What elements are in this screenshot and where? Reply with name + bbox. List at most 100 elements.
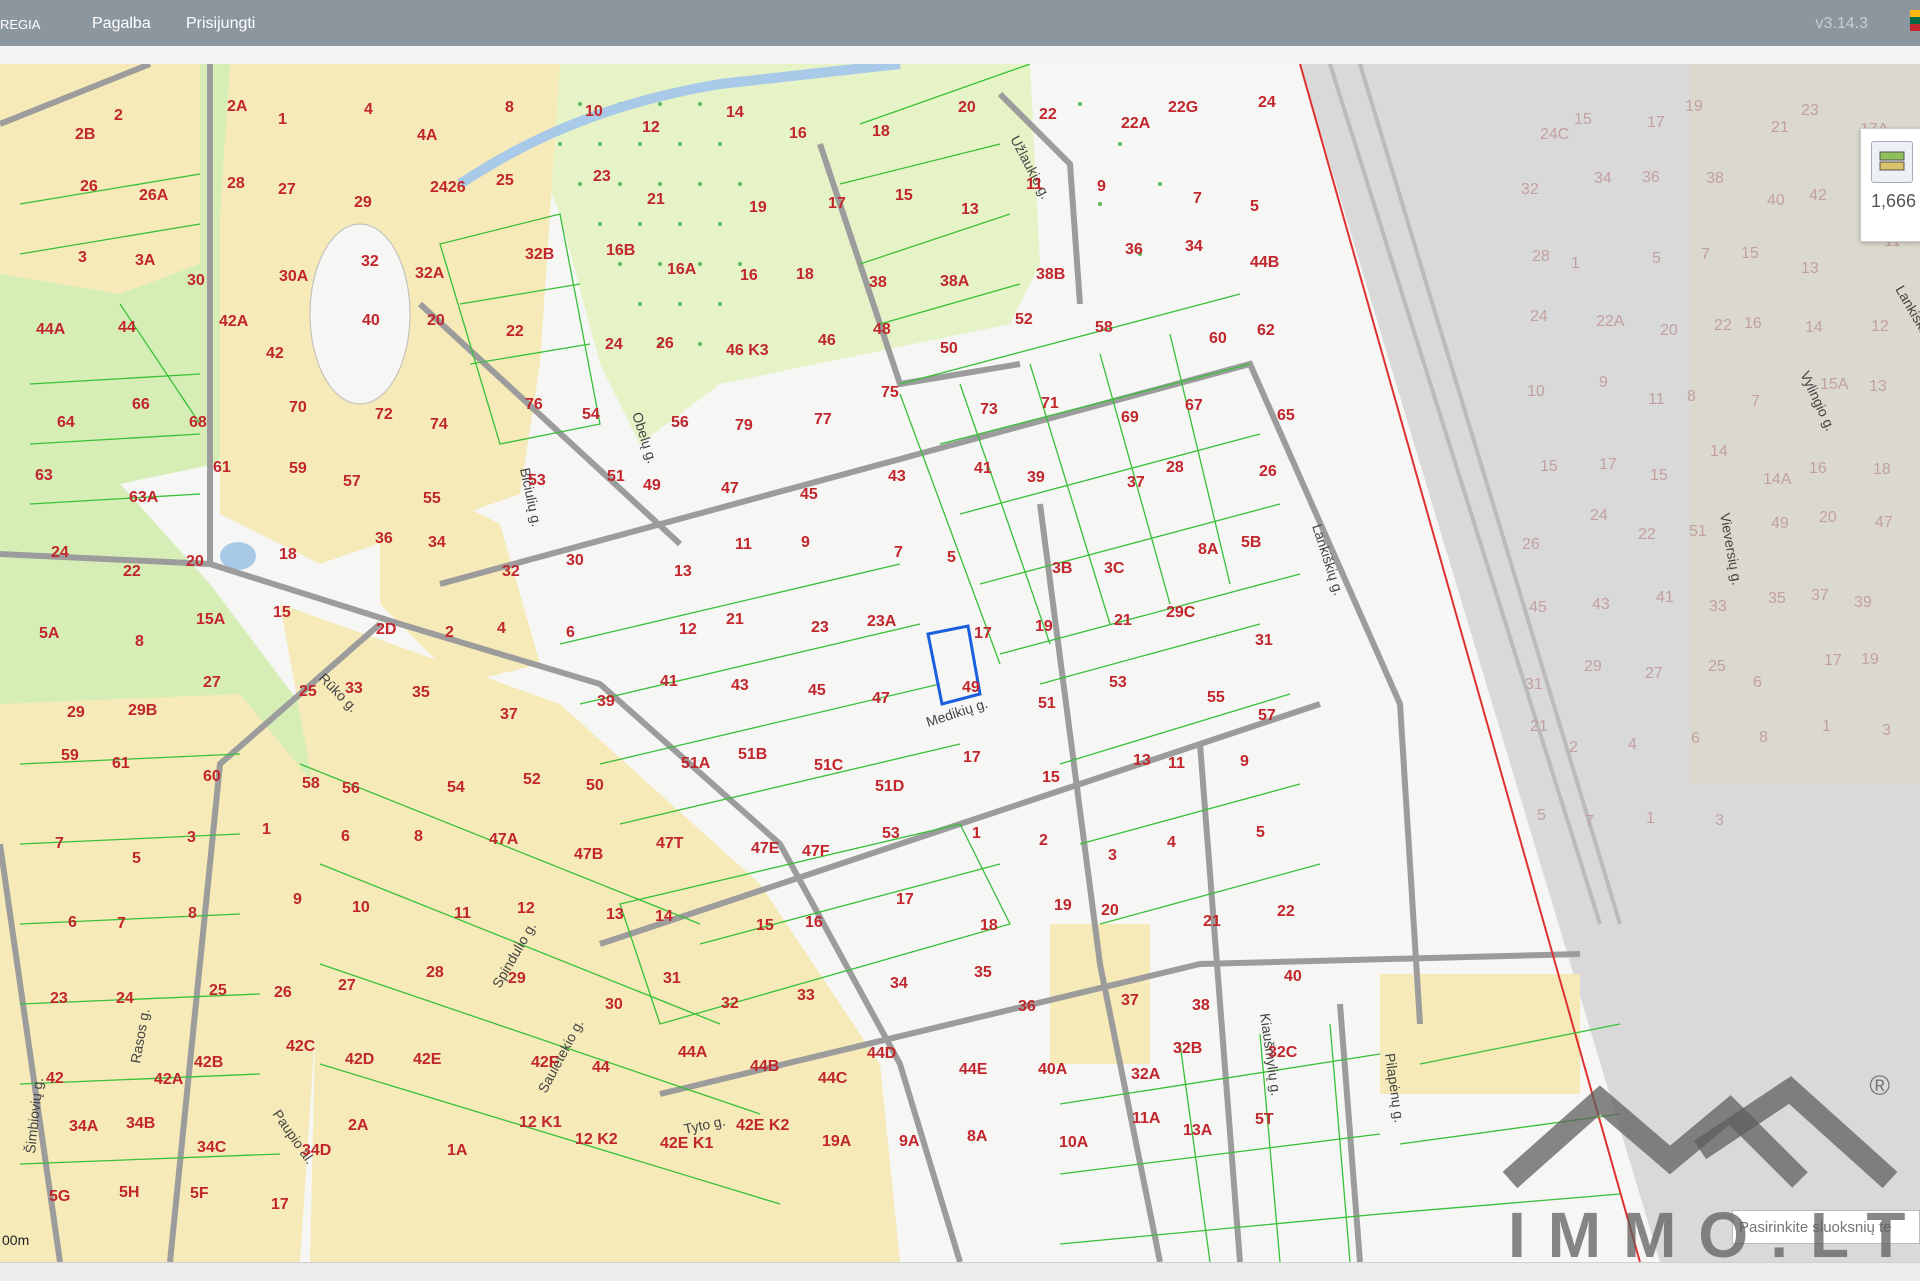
layer-value: 1,666 bbox=[1871, 191, 1917, 211]
parcel-number-label: 15 bbox=[1650, 467, 1668, 484]
parcel-number-label: 54 bbox=[447, 779, 465, 796]
parcel-number-label: 77 bbox=[814, 411, 832, 428]
parcel-number-label: 17 bbox=[1647, 114, 1665, 131]
parcel-number-label: 58 bbox=[1095, 319, 1113, 336]
parcel-number-label: 34 bbox=[428, 534, 446, 551]
parcel-number-label: 75 bbox=[881, 384, 899, 401]
parcel-number-label: 8A bbox=[967, 1128, 988, 1145]
parcel-number-label: 17 bbox=[963, 749, 981, 766]
parcel-number-label: 1 bbox=[972, 825, 981, 842]
parcel-number-label: 22 bbox=[1277, 903, 1295, 920]
parcel-number-label: 9 bbox=[801, 534, 810, 551]
parcel-number-label: 15 bbox=[895, 187, 913, 204]
parcel-number-label: 19 bbox=[1861, 651, 1879, 668]
parcel-number-label: 2A bbox=[227, 98, 248, 115]
parcel-number-label: 51 bbox=[1038, 695, 1056, 712]
nav-help-link[interactable]: Pagalba bbox=[92, 15, 151, 33]
parcel-number-label: 34 bbox=[890, 975, 908, 992]
parcel-number-label: 47 bbox=[1875, 514, 1893, 531]
parcel-number-label: 43 bbox=[731, 677, 749, 694]
parcel-number-label: 12 K1 bbox=[519, 1114, 562, 1131]
parcel-number-label: 26 bbox=[80, 178, 98, 195]
parcel-number-label: 28 bbox=[426, 964, 444, 981]
parcel-number-label: 32 bbox=[721, 995, 739, 1012]
parcel-number-label: 35 bbox=[412, 684, 430, 701]
parcel-number-label: 37 bbox=[1811, 587, 1829, 604]
parcel-number-label: 71 bbox=[1041, 395, 1059, 412]
parcel-number-label: 34A bbox=[69, 1118, 99, 1135]
parcel-number-label: 4 bbox=[364, 101, 373, 118]
parcel-number-label: 38B bbox=[1036, 266, 1065, 283]
parcel-number-label: 1 bbox=[1571, 255, 1580, 272]
parcel-number-label: 10A bbox=[1059, 1134, 1089, 1151]
parcel-number-label: 32A bbox=[415, 265, 445, 282]
parcel-number-label: 18 bbox=[980, 917, 998, 934]
parcel-number-label: 42C bbox=[286, 1038, 316, 1055]
parcel-number-label: 42E bbox=[413, 1051, 442, 1068]
layer-search-input[interactable] bbox=[1732, 1210, 1920, 1244]
parcel-number-label: 7 bbox=[1193, 190, 1202, 207]
parcel-number-label: 4A bbox=[417, 127, 438, 144]
parcel-number-label: 33 bbox=[797, 987, 815, 1004]
parcel-number-label: 5 bbox=[1537, 807, 1546, 824]
parcel-number-label: 38A bbox=[940, 273, 970, 290]
parcel-number-label: 5 bbox=[1652, 250, 1661, 267]
nav-login-link[interactable]: Prisijungti bbox=[186, 15, 255, 33]
parcel-number-label: 42B bbox=[194, 1054, 223, 1071]
parcel-number-label: 32B bbox=[1173, 1040, 1202, 1057]
parcel-number-label: 26 bbox=[656, 335, 674, 352]
parcel-number-label: 62 bbox=[1257, 322, 1275, 339]
parcel-number-label: 3 bbox=[1882, 722, 1891, 739]
parcel-number-label: 12 bbox=[679, 621, 697, 638]
parcel-number-label: 44 bbox=[592, 1059, 610, 1076]
parcel-number-label: 8 bbox=[505, 99, 514, 116]
parcel-number-label: 22 bbox=[1638, 526, 1656, 543]
parcel-number-label: 3 bbox=[78, 249, 87, 266]
parcel-number-label: 11 bbox=[454, 905, 471, 922]
parcel-number-label: 12 bbox=[642, 119, 660, 136]
cadastral-map[interactable]: Obelų g. Užlaukio g. Bičiulių g. Rūko g.… bbox=[0, 64, 1920, 1262]
parcel-number-label: 9 bbox=[293, 891, 302, 908]
parcel-number-label: 22G bbox=[1168, 99, 1198, 116]
parcel-number-label: 2426 bbox=[430, 179, 466, 196]
parcel-number-label: 57 bbox=[343, 473, 361, 490]
parcel-number-label: 45 bbox=[808, 682, 826, 699]
parcel-number-label: 41 bbox=[1656, 589, 1674, 606]
parcel-number-label: 24C bbox=[1540, 126, 1569, 143]
parcel-number-label: 20 bbox=[427, 312, 445, 329]
parcel-number-label: 17 bbox=[1824, 652, 1842, 669]
parcel-number-label: 47 bbox=[721, 480, 739, 497]
top-toolbar: REGIA Pagalba Prisijungti v3.14.3 bbox=[0, 0, 1920, 46]
scale-label: 00m bbox=[2, 1232, 30, 1248]
parcel-number-label: 64 bbox=[57, 414, 75, 431]
parcel-number-label: 7 bbox=[1751, 393, 1760, 410]
parcel-number-label: 76 bbox=[525, 396, 543, 413]
parcel-number-label: 53 bbox=[882, 825, 900, 842]
parcel-number-label: 35 bbox=[974, 964, 992, 981]
parcel-number-label: 60 bbox=[1209, 330, 1227, 347]
parcel-number-label: 7 bbox=[55, 835, 64, 852]
residential-plot-far-east bbox=[1380, 974, 1580, 1094]
parcel-number-label: 36 bbox=[1125, 241, 1143, 258]
parcel-number-label: 27 bbox=[203, 674, 221, 691]
parcel-number-label: 29C bbox=[1166, 604, 1196, 621]
parcel-number-label: 37 bbox=[1121, 992, 1139, 1009]
parcel-number-label: 3C bbox=[1104, 560, 1125, 577]
parcel-number-label: 52 bbox=[523, 771, 541, 788]
parcel-number-label: 42F bbox=[531, 1054, 559, 1071]
parcel-number-label: 23 bbox=[1801, 102, 1819, 119]
parcel-number-label: 20 bbox=[958, 99, 976, 116]
parcel-number-label: 25 bbox=[1708, 658, 1726, 675]
parcel-number-label: 70 bbox=[289, 399, 307, 416]
parcel-number-label: 47B bbox=[574, 846, 603, 863]
parcel-number-label: 42A bbox=[219, 313, 249, 330]
parcel-number-label: 51C bbox=[814, 757, 844, 774]
parcel-number-label: 15 bbox=[1741, 245, 1759, 262]
parcel-number-label: 44B bbox=[750, 1058, 779, 1075]
parcel-number-label: 47E bbox=[751, 840, 780, 857]
parcel-number-label: 9A bbox=[899, 1133, 920, 1150]
parcel-number-label: 28 bbox=[1532, 248, 1550, 265]
parcel-number-label: 32C bbox=[1268, 1044, 1298, 1061]
parcel-number-label: 67 bbox=[1185, 397, 1203, 414]
layers-button[interactable] bbox=[1871, 141, 1913, 183]
